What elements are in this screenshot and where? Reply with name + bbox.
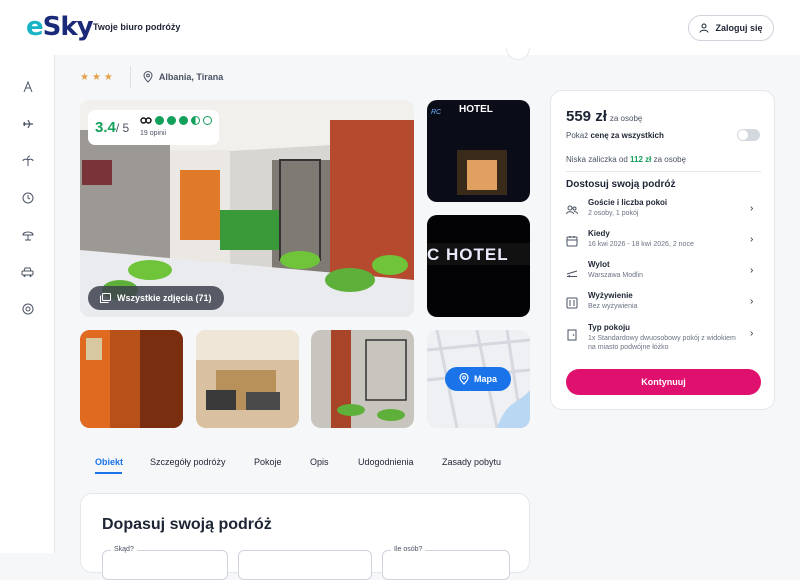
option-guests[interactable]: Goście i liczba pokoi 2 osoby, 1 pokój › bbox=[566, 198, 761, 226]
gallery-icon bbox=[100, 293, 111, 303]
hotel-icon[interactable] bbox=[20, 79, 35, 94]
customize-title: Dostosuj swoją podróż bbox=[566, 179, 676, 190]
clock-icon[interactable] bbox=[20, 190, 35, 205]
price: 559 zł za osobę bbox=[566, 108, 643, 125]
option-title: Kiedy bbox=[588, 229, 610, 238]
departure-field[interactable]: Skąd? bbox=[102, 546, 228, 580]
palm-tree-icon[interactable] bbox=[20, 153, 35, 168]
tripadvisor-icon bbox=[140, 117, 152, 124]
hotel-breadcrumb: ★★★ Albania, Tirana bbox=[80, 66, 223, 88]
option-departure[interactable]: Wylot Warszawa Modlin › bbox=[566, 260, 761, 288]
location-text: Albania, Tirana bbox=[158, 72, 224, 82]
user-icon bbox=[699, 23, 709, 33]
tab-zasady-pobytu[interactable]: Zasady pobytu bbox=[442, 457, 501, 467]
booking-card: 559 zł za osobę Pokaż cenę za wszystkich … bbox=[550, 90, 775, 410]
chevron-right-icon: › bbox=[750, 265, 754, 276]
option-value: Bez wyżywienia bbox=[588, 303, 638, 310]
tripadvisor-dots bbox=[140, 116, 212, 125]
chevron-right-icon: › bbox=[750, 234, 754, 245]
rating-dot bbox=[155, 116, 164, 125]
option-title: Typ pokoju bbox=[588, 323, 631, 332]
date-field[interactable] bbox=[238, 550, 372, 580]
login-button[interactable]: Zaloguj się bbox=[688, 15, 774, 41]
tab-obiekt[interactable]: Obiekt bbox=[95, 457, 123, 467]
hotel-stars: ★★★ bbox=[80, 71, 116, 83]
option-title: Goście i liczba pokoi bbox=[588, 198, 668, 207]
rating-dot-empty bbox=[203, 116, 212, 125]
divider bbox=[566, 171, 761, 172]
tab-szczegoly-podrozy[interactable]: Szczegóły podróży bbox=[150, 457, 226, 467]
detail-tabs: Obiekt Szczegóły podróży Pokoje Opis Udo… bbox=[80, 450, 530, 478]
location-pin-icon bbox=[459, 373, 469, 385]
tab-udogodnienia[interactable]: Udogodnienia bbox=[358, 457, 414, 467]
tab-pokoje[interactable]: Pokoje bbox=[254, 457, 282, 467]
door-icon bbox=[567, 329, 577, 341]
plane-icon bbox=[566, 270, 578, 278]
option-title: Wylot bbox=[588, 260, 610, 269]
tagline: Twoje biuro podróży bbox=[93, 22, 181, 32]
photo-room-orange[interactable] bbox=[80, 330, 183, 428]
guests-icon bbox=[566, 205, 578, 215]
option-value: Warszawa Modlin bbox=[588, 272, 643, 279]
toggle-knob bbox=[738, 130, 748, 140]
option-value: 16 kwi 2026 - 18 kwi 2026, 2 noce bbox=[588, 241, 694, 248]
option-room-type[interactable]: Typ pokoju 1x Standardowy dwuosobowy pok… bbox=[566, 323, 761, 351]
food-icon bbox=[566, 297, 578, 309]
option-title: Wyżywienie bbox=[588, 291, 633, 300]
left-sidebar bbox=[0, 55, 55, 553]
rating-dot bbox=[167, 116, 176, 125]
location-pin-icon bbox=[143, 71, 153, 83]
tab-opis[interactable]: Opis bbox=[310, 457, 329, 467]
top-header: eSky Twoje biuro podróży Zaloguj się bbox=[0, 0, 800, 55]
svg-text:HOTEL: HOTEL bbox=[459, 104, 493, 115]
rating-score: 3.4/ 5 bbox=[95, 119, 130, 136]
rating-dot bbox=[179, 116, 188, 125]
car-icon[interactable] bbox=[20, 264, 35, 279]
map-label: Mapa bbox=[473, 374, 497, 384]
photo-lobby-seating[interactable] bbox=[196, 330, 299, 428]
calendar-icon bbox=[566, 236, 578, 247]
option-meals[interactable]: Wyżywienie Bez wyżywienia › bbox=[566, 291, 761, 319]
chevron-right-icon: › bbox=[750, 328, 754, 339]
adjust-trip-card: Dopasuj swoją podróż Skąd? Ile osób? bbox=[80, 493, 530, 580]
option-dates[interactable]: Kiedy 16 kwi 2026 - 18 kwi 2026, 2 noce … bbox=[566, 229, 761, 257]
total-price-toggle[interactable] bbox=[737, 129, 760, 141]
svg-text:C HOTEL: C HOTEL bbox=[427, 245, 509, 264]
beach-umbrella-icon[interactable] bbox=[20, 227, 35, 242]
show-total-price-label: Pokaż cenę za wszystkich bbox=[566, 131, 664, 140]
rating-count: 19 opinii bbox=[140, 130, 167, 137]
photo-hotel-sign[interactable]: C HOTEL bbox=[427, 215, 530, 317]
esky-logo[interactable]: eSky bbox=[26, 12, 94, 42]
photo-hotel-entrance[interactable]: HOTEL RC bbox=[427, 100, 530, 202]
adjust-title: Dopasuj swoją podróż bbox=[102, 516, 272, 533]
active-tab-indicator bbox=[95, 472, 122, 474]
people-field[interactable]: Ile osób? bbox=[382, 546, 510, 580]
rating-dot-half bbox=[191, 116, 200, 125]
all-photos-label: Wszystkie zdjęcia (71) bbox=[117, 293, 212, 303]
option-value: 1x Standardowy dwuosobowy pokój z widoki… bbox=[588, 335, 736, 351]
login-label: Zaloguj się bbox=[715, 23, 763, 33]
deposit-info: Niska zaliczka od 112 zł za osobę bbox=[566, 155, 687, 164]
lifebuoy-icon[interactable] bbox=[20, 301, 35, 316]
continue-button[interactable]: Kontynuuj bbox=[566, 369, 761, 395]
people-label: Ile osób? bbox=[391, 546, 426, 553]
plane-icon[interactable] bbox=[20, 116, 35, 131]
photo-bar-shelves[interactable] bbox=[311, 330, 414, 428]
hotel-location[interactable]: Albania, Tirana bbox=[143, 71, 223, 83]
departure-label: Skąd? bbox=[111, 546, 137, 553]
divider bbox=[129, 66, 131, 88]
chevron-right-icon: › bbox=[750, 296, 754, 307]
option-value: 2 osoby, 1 pokój bbox=[588, 210, 639, 217]
all-photos-button[interactable]: Wszystkie zdjęcia (71) bbox=[88, 286, 224, 310]
svg-text:RC: RC bbox=[431, 109, 442, 116]
rating-badge[interactable]: 3.4/ 5 19 opinii bbox=[88, 110, 219, 145]
map-button[interactable]: Mapa bbox=[445, 367, 511, 391]
chevron-right-icon: › bbox=[750, 203, 754, 214]
